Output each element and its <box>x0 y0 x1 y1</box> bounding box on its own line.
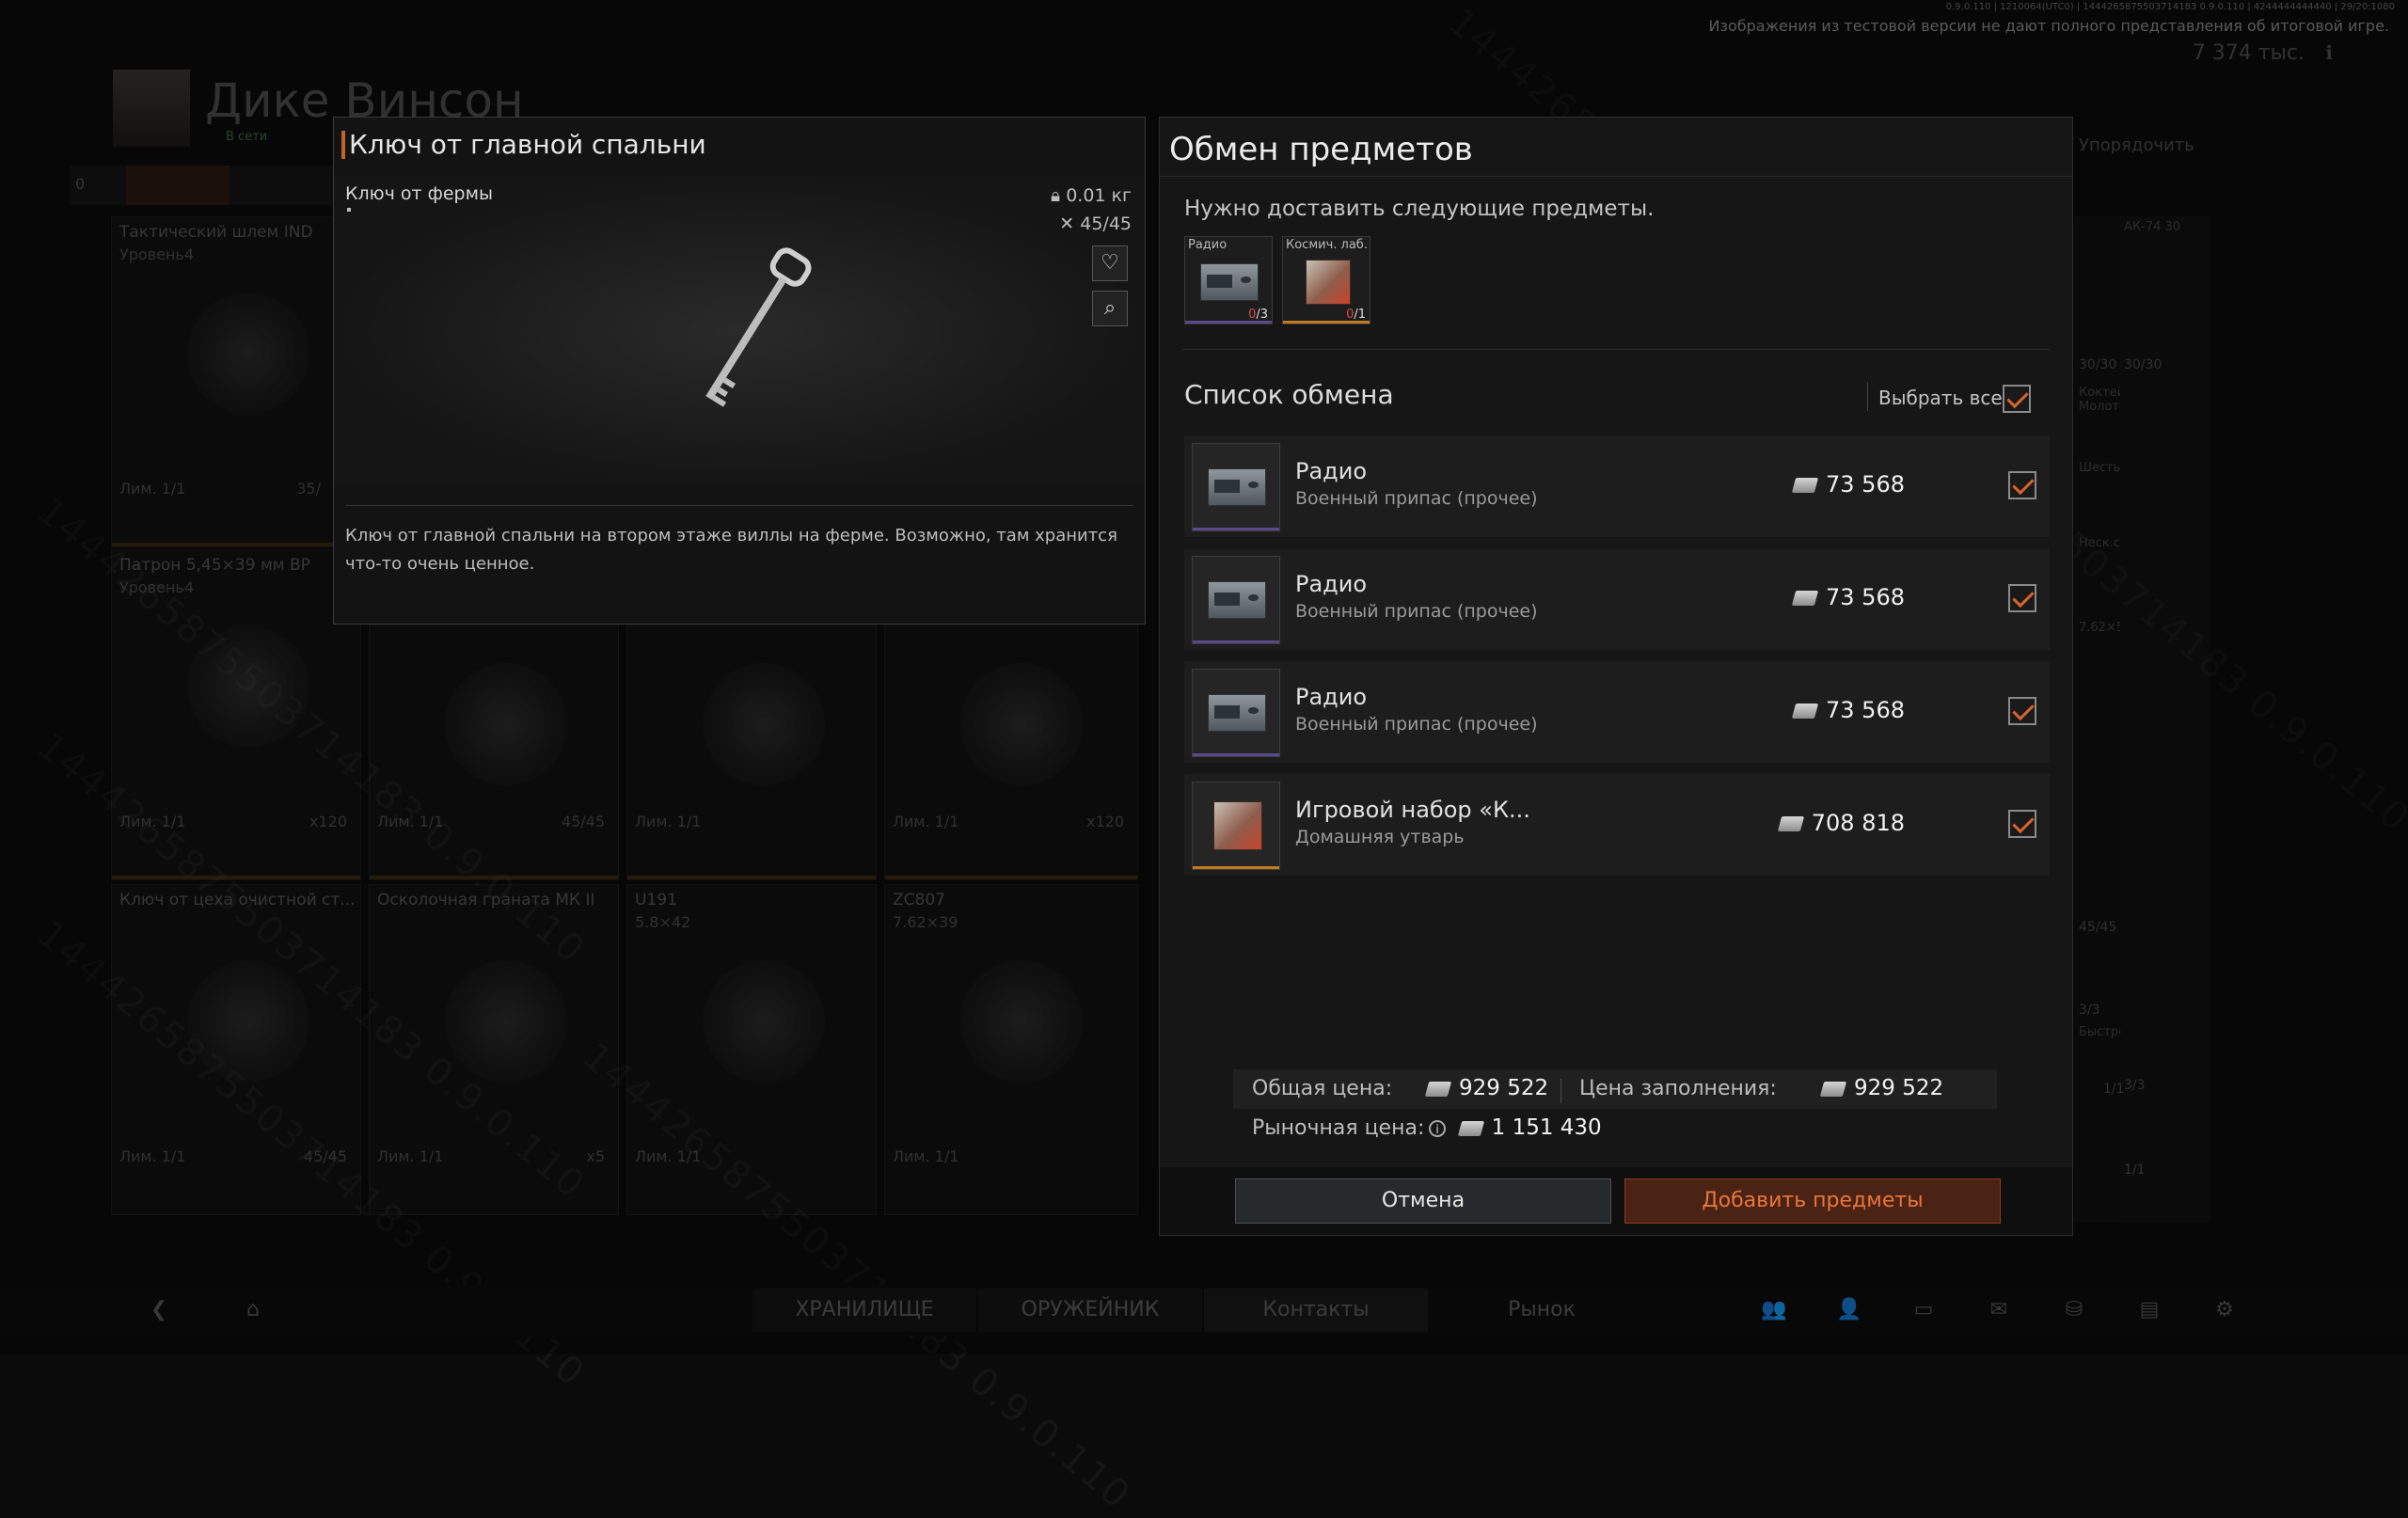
row-price: 73 568 <box>1791 471 1905 498</box>
favorite-button[interactable]: ♡ <box>1092 245 1128 281</box>
item-durability-value: 45/45 <box>1080 213 1132 234</box>
radio-image <box>1200 263 1259 301</box>
row-category: Домашняя утварь <box>1295 827 1465 847</box>
money-icon <box>1791 591 1819 606</box>
row-price-value: 73 568 <box>1826 471 1905 498</box>
radio-image <box>1208 581 1266 619</box>
row-thumbnail <box>1192 443 1280 531</box>
money-icon <box>1819 1081 1847 1097</box>
item-detail-panel: Ключ от главной спальни Ключ от фермы 🔒︎… <box>333 117 1146 625</box>
row-price-value: 73 568 <box>1826 697 1905 723</box>
row-thumbnail <box>1192 556 1280 644</box>
required-item-name: Космич. лаб. <box>1286 238 1368 252</box>
exchange-title: Обмен предметов <box>1169 131 1473 168</box>
row-category: Военный припас (прочее) <box>1295 714 1538 735</box>
key-icon <box>705 247 812 407</box>
required-item-space-lab[interactable]: Космич. лаб. 0/1 <box>1282 236 1370 324</box>
divider <box>1560 1079 1561 1103</box>
rarity-bar <box>1193 528 1279 530</box>
required-item-count: 0/1 <box>1346 308 1366 322</box>
row-checkbox[interactable] <box>2008 697 2036 725</box>
exchange-row[interactable]: Радио Военный припас (прочее) 73 568 <box>1184 548 2050 650</box>
rarity-bar <box>1185 321 1272 324</box>
money-icon <box>1457 1120 1484 1136</box>
row-name: Игровой набор «К... <box>1295 797 1530 823</box>
exchange-row[interactable]: Радио Военный припас (прочее) 73 568 <box>1184 435 2050 537</box>
money-icon <box>1791 704 1819 719</box>
row-price: 708 818 <box>1777 810 1905 836</box>
divider <box>345 505 1133 506</box>
divider <box>1182 349 2050 350</box>
item-durability: ✕ 45/45 <box>1059 213 1132 234</box>
exchange-row[interactable]: Игровой набор «К... Домашняя утварь 708 … <box>1184 774 2050 876</box>
tools-icon: ✕ <box>1059 213 1081 234</box>
row-thumbnail <box>1192 782 1280 870</box>
total-price: 929 522 <box>1424 1076 1549 1100</box>
rarity-bar <box>1193 640 1279 643</box>
space-lab-image <box>1306 260 1351 305</box>
select-all-label: Выбрать все <box>1878 387 2003 409</box>
rarity-bar <box>1283 321 1370 324</box>
rarity-bar <box>1193 753 1279 756</box>
select-all-checkbox[interactable] <box>2003 385 2031 413</box>
add-items-button[interactable]: Добавить предметы <box>1624 1178 2001 1224</box>
fill-price-value: 929 522 <box>1854 1076 1944 1100</box>
cancel-button[interactable]: Отмена <box>1235 1178 1611 1224</box>
heart-icon: ♡ <box>1101 251 1119 275</box>
row-checkbox[interactable] <box>2008 810 2036 838</box>
row-price-value: 73 568 <box>1826 584 1905 610</box>
required-label: Нужно доставить следующие предметы. <box>1184 197 1655 221</box>
fill-price-label: Цена заполнения: <box>1579 1077 1777 1100</box>
divider <box>1867 383 1868 411</box>
row-checkbox[interactable] <box>2008 471 2036 499</box>
game-set-image <box>1213 801 1262 850</box>
item-subname: Ключ от фермы <box>345 183 493 204</box>
item-weight: 🔒︎ 0.01 кг <box>1051 185 1132 206</box>
item-weight-value: 0.01 кг <box>1066 185 1132 206</box>
market-price: i 1 151 430 <box>1429 1115 1602 1140</box>
item-viewer <box>334 176 1145 486</box>
info-icon[interactable]: i <box>1429 1119 1446 1137</box>
row-name: Радио <box>1295 684 1368 710</box>
exchange-panel: Обмен предметов Нужно доставить следующи… <box>1159 117 2073 1236</box>
required-item-name: Радио <box>1188 238 1228 252</box>
row-thumbnail <box>1192 669 1280 757</box>
total-price-label: Общая цена: <box>1252 1077 1393 1100</box>
item-title: Ключ от главной спальни <box>341 131 706 159</box>
exchange-row[interactable]: Радио Военный припас (прочее) 73 568 <box>1184 661 2050 763</box>
inspect-button[interactable]: ⌕ <box>1092 291 1128 326</box>
magnifier-icon: ⌕ <box>1103 296 1117 320</box>
market-price-label: Рыночная цена: <box>1252 1116 1425 1140</box>
rarity-bar <box>1193 866 1279 869</box>
row-price: 73 568 <box>1791 697 1905 723</box>
market-price-value: 1 151 430 <box>1491 1115 1602 1140</box>
required-item-radio[interactable]: Радио 0/3 <box>1184 236 1273 324</box>
divider <box>1160 176 2072 177</box>
money-icon <box>1791 478 1819 493</box>
row-price: 73 568 <box>1791 584 1905 610</box>
weight-icon: 🔒︎ <box>1051 185 1067 206</box>
item-description: Ключ от главной спальни на втором этаже … <box>345 526 1117 574</box>
row-name: Радио <box>1295 571 1368 597</box>
row-price-value: 708 818 <box>1811 810 1905 836</box>
total-price-value: 929 522 <box>1459 1076 1549 1100</box>
row-category: Военный припас (прочее) <box>1295 488 1538 509</box>
row-category: Военный припас (прочее) <box>1295 601 1538 622</box>
row-checkbox[interactable] <box>2008 584 2036 612</box>
money-icon <box>1777 816 1804 831</box>
radio-image <box>1208 694 1266 732</box>
money-icon <box>1424 1081 1452 1097</box>
exchange-list-title: Список обмена <box>1184 379 1394 410</box>
item-marker <box>347 208 351 212</box>
row-name: Радио <box>1295 458 1368 484</box>
required-item-count: 0/3 <box>1248 308 1268 322</box>
radio-image <box>1208 468 1266 506</box>
fill-price: 929 522 <box>1819 1076 1944 1100</box>
